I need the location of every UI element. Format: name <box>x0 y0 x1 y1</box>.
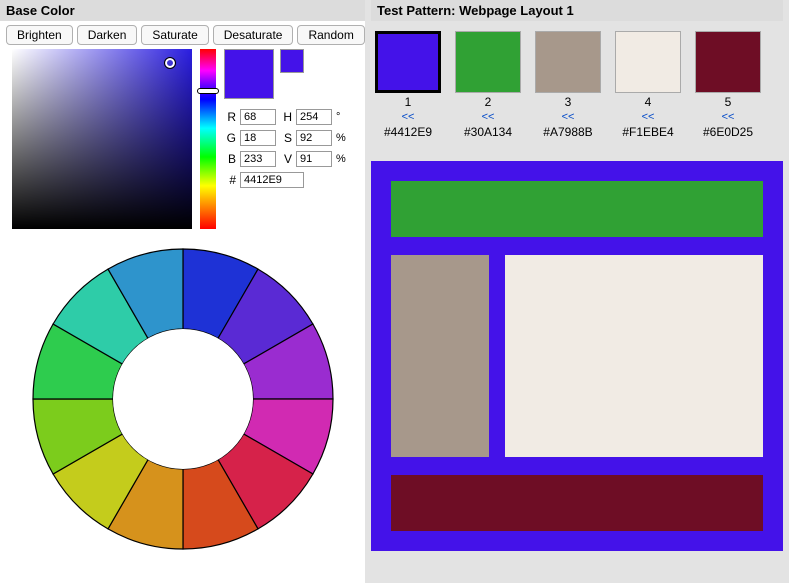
palette-index: 2 <box>485 95 492 109</box>
v-input[interactable] <box>296 151 332 167</box>
hex-label: # <box>224 173 236 187</box>
v-label: V <box>280 152 292 166</box>
random-button[interactable]: Random <box>297 25 364 45</box>
palette-item-2: 2 << #30A134 <box>455 31 521 139</box>
palette-prev-button[interactable]: << <box>482 111 495 123</box>
s-label: S <box>280 131 292 145</box>
preview-sidebar <box>391 255 489 457</box>
palette-index: 4 <box>645 95 652 109</box>
base-color-title: Base Color <box>0 0 365 21</box>
palette-prev-button[interactable]: << <box>722 111 735 123</box>
palette-hex: #F1EBE4 <box>622 125 673 139</box>
color-wheel[interactable] <box>23 239 343 559</box>
palette-swatch-1[interactable] <box>375 31 441 93</box>
layout-preview <box>371 161 783 551</box>
v-unit: % <box>336 153 346 165</box>
palette-swatch-2[interactable] <box>455 31 521 93</box>
palette-prev-button[interactable]: << <box>402 111 415 123</box>
test-pattern-title: Test Pattern: Webpage Layout 1 <box>371 0 783 21</box>
h-unit: ° <box>336 111 346 123</box>
preview-main <box>505 255 763 457</box>
darken-button[interactable]: Darken <box>77 25 138 45</box>
desaturate-button[interactable]: Desaturate <box>213 25 294 45</box>
hue-slider-thumb[interactable] <box>197 88 219 94</box>
h-label: H <box>280 110 292 124</box>
preview-header <box>391 181 763 237</box>
palette-swatch-3[interactable] <box>535 31 601 93</box>
palette-index: 5 <box>725 95 732 109</box>
palette-index: 3 <box>565 95 572 109</box>
preview-footer <box>391 475 763 531</box>
swatch-small <box>280 49 304 73</box>
g-label: G <box>224 131 236 145</box>
sv-picker[interactable] <box>12 49 192 229</box>
r-label: R <box>224 110 236 124</box>
palette-hex: #4412E9 <box>384 125 432 139</box>
palette-row: 1 << #4412E9 2 << #30A134 3 << #A7988B 4 << #F1EBE4… <box>371 21 783 143</box>
swatch-large <box>224 49 274 99</box>
saturate-button[interactable]: Saturate <box>141 25 208 45</box>
palette-item-4: 4 << #F1EBE4 <box>615 31 681 139</box>
palette-prev-button[interactable]: << <box>642 111 655 123</box>
b-input[interactable] <box>240 151 276 167</box>
palette-index: 1 <box>405 95 412 109</box>
g-input[interactable] <box>240 130 276 146</box>
palette-prev-button[interactable]: << <box>562 111 575 123</box>
brighten-button[interactable]: Brighten <box>6 25 73 45</box>
s-input[interactable] <box>296 130 332 146</box>
palette-item-1: 1 << #4412E9 <box>375 31 441 139</box>
palette-hex: #A7988B <box>543 125 592 139</box>
s-unit: % <box>336 132 346 144</box>
palette-swatch-5[interactable] <box>695 31 761 93</box>
hue-slider[interactable] <box>200 49 216 229</box>
h-input[interactable] <box>296 109 332 125</box>
b-label: B <box>224 152 236 166</box>
palette-item-5: 5 << #6E0D25 <box>695 31 761 139</box>
palette-swatch-4[interactable] <box>615 31 681 93</box>
palette-item-3: 3 << #A7988B <box>535 31 601 139</box>
r-input[interactable] <box>240 109 276 125</box>
palette-hex: #30A134 <box>464 125 512 139</box>
sv-cursor[interactable] <box>165 58 175 68</box>
hex-input[interactable] <box>240 172 304 188</box>
palette-hex: #6E0D25 <box>703 125 753 139</box>
